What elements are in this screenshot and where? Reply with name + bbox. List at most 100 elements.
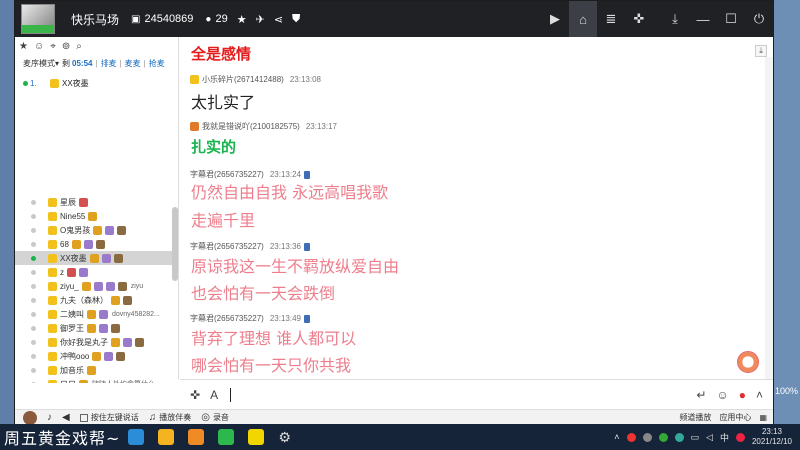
maximize-icon[interactable]: ☐: [717, 1, 745, 37]
user-list-item[interactable]: 九夫（森林）: [15, 293, 173, 307]
push-to-talk-label: 按住左键说话: [90, 413, 139, 422]
gamepad-icon[interactable]: ✜: [625, 1, 653, 37]
location-icon[interactable]: ⌖: [50, 41, 56, 52]
user-list-item[interactable]: 你好我是丸子: [15, 335, 173, 349]
queue-item[interactable]: 1. XX夜墨: [15, 75, 178, 91]
user-list-item[interactable]: 只只 随随人处均念算什么: [15, 377, 173, 383]
chevron-up-icon[interactable]: ˄: [614, 432, 619, 442]
speaker-button[interactable]: ◀: [62, 412, 70, 423]
clock[interactable]: 23:13 2021/12/10: [752, 427, 792, 447]
badge-icon: [79, 197, 88, 207]
queue-mode[interactable]: 麦序模式: [23, 58, 55, 69]
status-dot: [31, 325, 36, 331]
sender-name[interactable]: 小乐碎片(2671412488): [202, 74, 284, 85]
emoji-icon[interactable]: ☺: [716, 388, 728, 402]
tray-icon[interactable]: [658, 432, 668, 442]
power-icon[interactable]: ⏻: [745, 1, 773, 37]
channel-avatar[interactable]: [21, 4, 55, 34]
queue-user-name: XX夜墨: [62, 78, 89, 88]
font-icon[interactable]: A: [210, 388, 218, 402]
user-list-item[interactable]: 星辰: [15, 195, 173, 209]
tray-icon[interactable]: [626, 432, 636, 442]
app-icon-yellow[interactable]: [248, 429, 265, 445]
video-icon[interactable]: ▶: [541, 1, 569, 37]
search-icon[interactable]: ⌕: [76, 41, 82, 52]
crown-icon: [48, 351, 57, 361]
scroll-to-bottom-icon[interactable]: ⤓: [755, 45, 767, 57]
avatar[interactable]: [23, 410, 37, 425]
record-button[interactable]: ◎ 录音: [201, 412, 229, 423]
user-list-item[interactable]: 冲鸭ooo: [15, 349, 173, 363]
star-icon[interactable]: ★: [237, 13, 247, 26]
queue-link-1[interactable]: 麦麦: [125, 58, 141, 69]
user-list-item[interactable]: 加音乐: [15, 363, 173, 377]
star-icon[interactable]: ★: [19, 41, 28, 52]
sender-name[interactable]: 字幕君(2656735227): [190, 241, 264, 252]
shield-icon[interactable]: ⛊: [292, 13, 300, 26]
badge-icon: [117, 281, 127, 291]
channel-play-button[interactable]: 频道播放: [679, 412, 711, 423]
network-icon[interactable]: ▭: [691, 432, 700, 443]
enter-icon[interactable]: ↵: [696, 388, 706, 402]
user-name: ziyu_: [60, 281, 79, 291]
crown-icon: [50, 78, 59, 88]
user-list-item[interactable]: XX夜墨: [15, 251, 173, 265]
home-icon[interactable]: ⌂: [569, 1, 597, 37]
play-accompaniment-button[interactable]: ♫ 播放伴奏: [149, 412, 192, 423]
mic-icon[interactable]: ●: [739, 388, 746, 402]
share-icon[interactable]: ⋖: [274, 13, 283, 26]
app-icon-browser[interactable]: [128, 429, 145, 445]
volume-icon[interactable]: ◁: [706, 432, 713, 443]
user-signature: 随随人处均念算什么: [92, 379, 155, 383]
chevron-down-icon[interactable]: ▾: [55, 59, 59, 68]
user-list-item[interactable]: Nine55: [15, 209, 173, 223]
tray-icon[interactable]: [735, 432, 745, 442]
user-list-item[interactable]: ziyu_ ziyu: [15, 279, 173, 293]
user-list: 星辰 Nine55 O鬼男孩 68 XX夜墨 z ziyu_ ziyu 九夫（森林） 二姨叫 dov…: [15, 195, 173, 383]
title-bar: 快乐马场 ▣ 24540869 ● 29 ★ ✈ ⋖ ⛊ ▶ ⌂ ≣ ✜ ⤓ —…: [15, 1, 773, 37]
crown-icon: [48, 379, 57, 383]
push-to-talk-toggle[interactable]: 按住左键说话: [79, 412, 139, 423]
taskbar-caption: 周五黄金戏帮~: [4, 429, 121, 448]
minimize-icon[interactable]: —: [689, 1, 717, 37]
ime-indicator[interactable]: 中: [720, 431, 729, 444]
crown-icon: [48, 253, 57, 263]
chat-scrollbar[interactable]: [765, 57, 773, 379]
download-icon[interactable]: ⤓: [661, 1, 689, 37]
user-list-scrollbar[interactable]: [172, 207, 178, 281]
app-center-button[interactable]: 应用中心: [719, 412, 751, 423]
queue-link-0[interactable]: 排麦: [101, 58, 117, 69]
user-list-item[interactable]: z: [15, 265, 173, 279]
chevron-up-icon[interactable]: ˄: [756, 388, 763, 402]
plane-icon[interactable]: ✈: [256, 13, 265, 26]
badge-icon: [101, 253, 111, 263]
face-icon[interactable]: ☺: [34, 41, 44, 52]
app-icon-owl[interactable]: [158, 429, 175, 445]
user-list-item[interactable]: 御罗王: [15, 321, 173, 335]
badge-icon: [83, 239, 93, 249]
sender-name[interactable]: 字幕君(2656735227): [190, 313, 264, 324]
user-list-item[interactable]: 68: [15, 237, 173, 251]
app-icon-orange[interactable]: [188, 429, 205, 445]
badge-icon: [92, 351, 102, 361]
user-list-item[interactable]: 二姨叫 dovny458282...: [15, 307, 173, 321]
gamepad-icon[interactable]: ✜: [190, 388, 200, 402]
tray-icon[interactable]: [642, 432, 652, 442]
message-input[interactable]: [230, 387, 232, 402]
status-dot: [31, 367, 36, 373]
user-list-item[interactable]: O鬼男孩: [15, 223, 173, 237]
message-time: 23:13:36: [269, 242, 301, 251]
badge-icon: [87, 365, 96, 375]
record-icon[interactable]: ⊚: [62, 41, 70, 52]
record-icon: ◎: [201, 412, 210, 423]
gift-badge-icon[interactable]: [737, 351, 759, 373]
app-icon-wechat[interactable]: [218, 429, 235, 445]
mic-button[interactable]: ♪: [47, 412, 52, 423]
tray-icon[interactable]: [674, 432, 684, 442]
list-icon[interactable]: ≣: [597, 1, 625, 37]
settings-icon[interactable]: ⚙: [278, 429, 291, 446]
grid-icon[interactable]: ▦: [759, 413, 767, 422]
queue-link-2[interactable]: 抢麦: [149, 58, 165, 69]
status-dot: [31, 269, 36, 275]
sender-name[interactable]: 我就是错说吖(2100182575): [202, 121, 300, 132]
